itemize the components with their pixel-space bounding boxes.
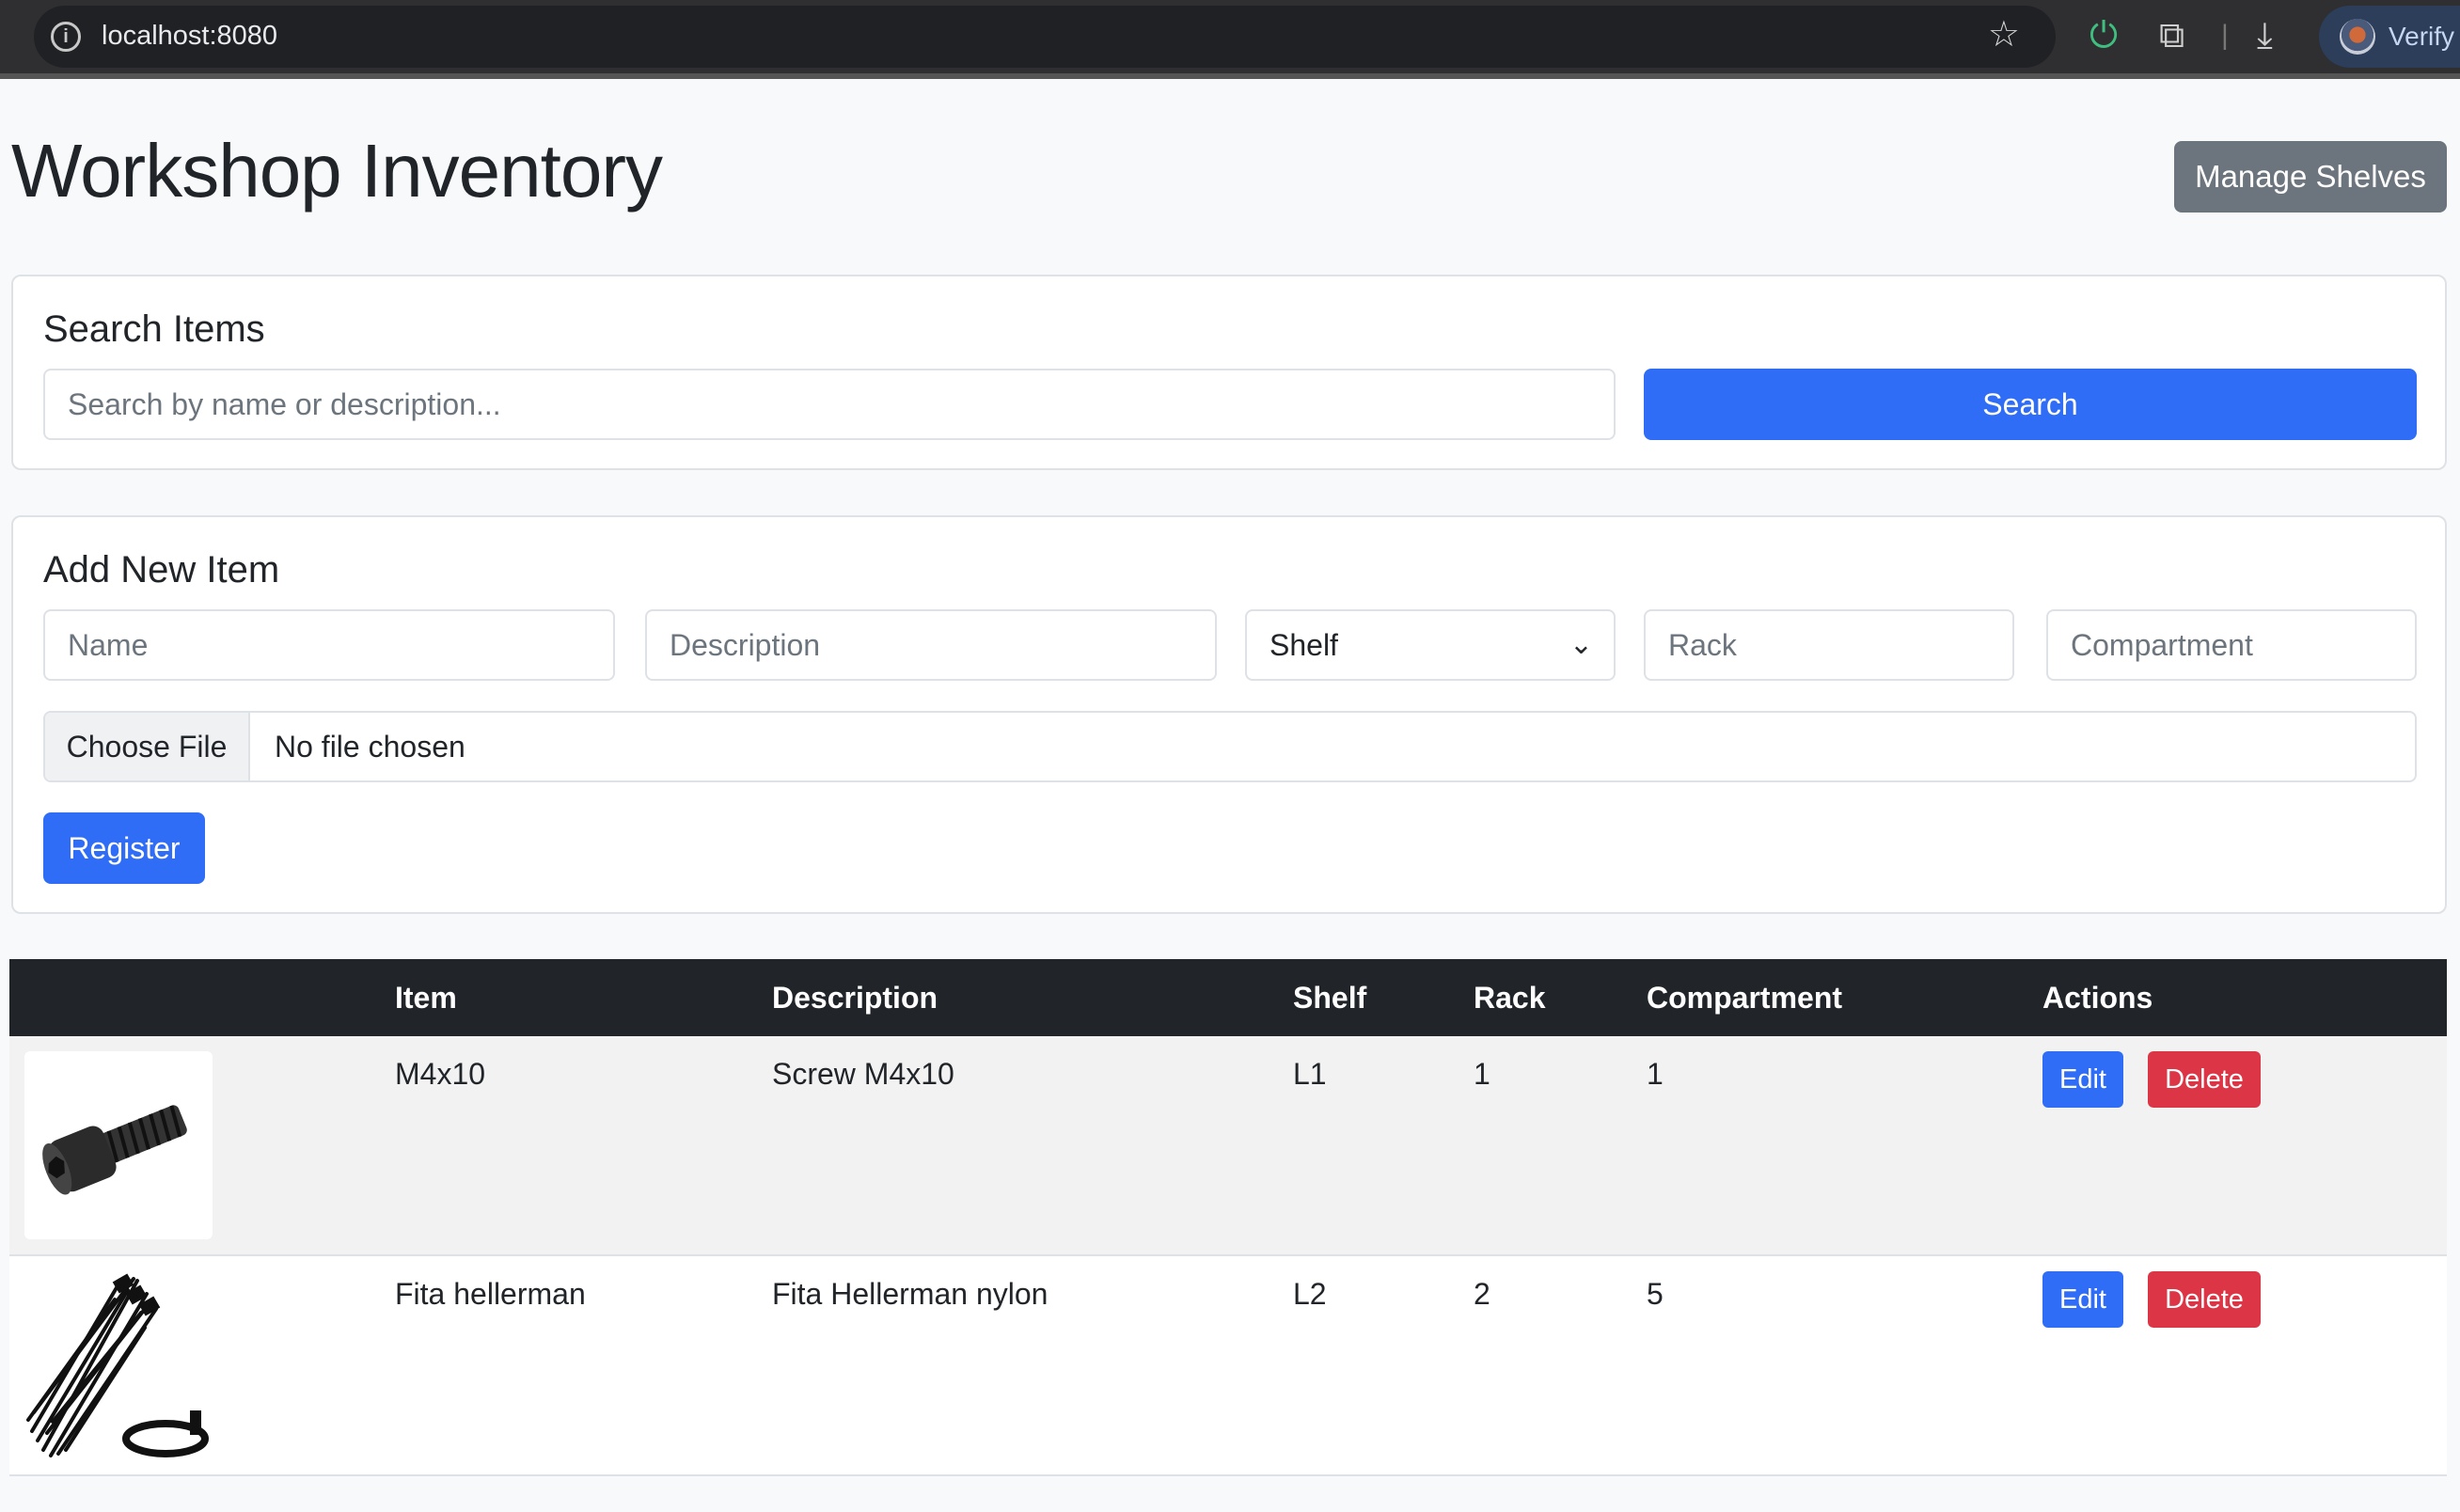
item-name: M4x10 [395, 1057, 486, 1091]
search-input[interactable]: Search by name or description... [43, 369, 1616, 440]
page-title: Workshop Inventory [11, 129, 663, 213]
description-input[interactable]: Description [645, 609, 1217, 681]
name-input[interactable]: Name [43, 609, 615, 681]
column-header-description: Description [772, 981, 938, 1015]
item-rack: 1 [1474, 1057, 1490, 1091]
item-shelf: L1 [1293, 1057, 1327, 1091]
profile-button[interactable]: Verify [2319, 6, 2460, 68]
browser-toolbar: i localhost:8080 ☆ ⏻ ⧉ | ⤓ Verify [0, 0, 2460, 79]
table-header: Item Description Shelf Rack Compartment … [9, 959, 2447, 1036]
register-button[interactable]: Register [43, 812, 205, 884]
choose-file-button[interactable]: Choose File [45, 713, 250, 780]
item-rack: 2 [1474, 1277, 1490, 1311]
item-shelf: L2 [1293, 1277, 1327, 1311]
chevron-down-icon: ⌄ [1569, 629, 1593, 660]
delete-button[interactable]: Delete [2148, 1051, 2261, 1108]
column-header-rack: Rack [1474, 981, 1546, 1015]
item-compartment: 5 [1647, 1277, 1664, 1311]
cable-ties-image [24, 1271, 213, 1459]
search-card-title: Search Items [43, 308, 265, 350]
item-description: Fita Hellerman nylon [772, 1277, 1049, 1311]
power-extension-icon[interactable]: ⏻ [2089, 11, 2118, 60]
screw-image [24, 1051, 213, 1239]
table-row: M4x10 Screw M4x10 L1 1 1 Edit Delete [9, 1036, 2447, 1256]
add-item-card: Add New Item Name Description Shelf ⌄ Ra… [11, 515, 2447, 914]
toolbar-bottom-border [0, 73, 2460, 79]
profile-label: Verify [2389, 22, 2455, 51]
rack-input[interactable]: Rack [1644, 609, 2014, 681]
download-icon[interactable]: ⤓ [2257, 11, 2273, 60]
toolbar-divider: | [2221, 20, 2229, 51]
extensions-puzzle-icon[interactable]: ⧉ [2159, 11, 2184, 60]
bookmark-star-icon[interactable]: ☆ [1988, 13, 2020, 55]
item-description: Screw M4x10 [772, 1057, 954, 1091]
address-bar[interactable]: i localhost:8080 ☆ [34, 6, 2056, 68]
file-status: No file chosen [275, 730, 465, 764]
edit-button[interactable]: Edit [2042, 1271, 2123, 1328]
shelf-select-value: Shelf [1269, 628, 1338, 662]
column-header-actions: Actions [2042, 981, 2153, 1015]
search-button[interactable]: Search [1644, 369, 2417, 440]
column-header-compartment: Compartment [1647, 981, 1843, 1015]
column-header-shelf: Shelf [1293, 981, 1367, 1015]
address-url[interactable]: localhost:8080 [102, 21, 277, 52]
compartment-input[interactable]: Compartment [2046, 609, 2417, 681]
delete-button[interactable]: Delete [2148, 1271, 2261, 1328]
table-row: Fita hellerman Fita Hellerman nylon L2 2… [9, 1256, 2447, 1476]
site-info-icon[interactable]: i [51, 22, 81, 52]
column-header-item: Item [395, 981, 457, 1015]
item-compartment: 1 [1647, 1057, 1664, 1091]
search-card: Search Items Search by name or descripti… [11, 275, 2447, 470]
cable-ties-icon [26, 1273, 209, 1457]
add-item-title: Add New Item [43, 549, 280, 591]
item-name: Fita hellerman [395, 1277, 586, 1311]
profile-avatar [2340, 19, 2375, 55]
manage-shelves-button[interactable]: Manage Shelves [2174, 141, 2447, 213]
edit-button[interactable]: Edit [2042, 1051, 2123, 1108]
screw-icon [42, 1105, 187, 1195]
shelf-select[interactable]: Shelf ⌄ [1245, 609, 1616, 681]
file-input[interactable]: Choose File No file chosen [43, 711, 2417, 782]
